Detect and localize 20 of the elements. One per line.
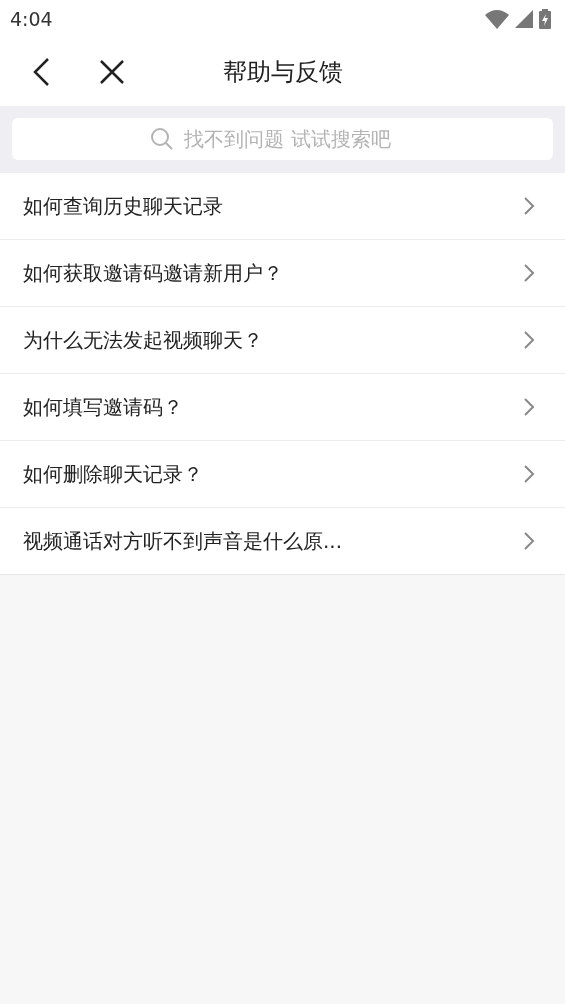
- question-item[interactable]: 如何获取邀请码邀请新用户？: [0, 240, 565, 307]
- signal-icon: [515, 10, 533, 28]
- chevron-icon: [523, 330, 535, 350]
- question-item[interactable]: 如何删除聊天记录？: [0, 441, 565, 508]
- question-item[interactable]: 如何填写邀请码？: [0, 374, 565, 441]
- page-title: 帮助与反馈: [222, 57, 343, 88]
- wifi-icon: [485, 9, 509, 29]
- question-item[interactable]: 如何查询历史聊天记录: [0, 173, 565, 240]
- chevron-icon: [523, 397, 535, 417]
- chevron-icon: [523, 464, 535, 484]
- back-icon: [32, 57, 52, 87]
- battery-icon: [539, 9, 551, 29]
- question-item[interactable]: 为什么无法发起视频聊天？: [0, 307, 565, 374]
- status-time: 4:04: [10, 8, 53, 30]
- chevron-icon: [523, 196, 535, 216]
- chevron-icon: [523, 263, 535, 283]
- close-icon: [99, 59, 125, 85]
- chevron-icon: [523, 531, 535, 551]
- search-field[interactable]: 找不到问题 试试搜索吧: [12, 118, 553, 160]
- question-item[interactable]: 视频通话对方听不到声音是什么原...: [0, 508, 565, 574]
